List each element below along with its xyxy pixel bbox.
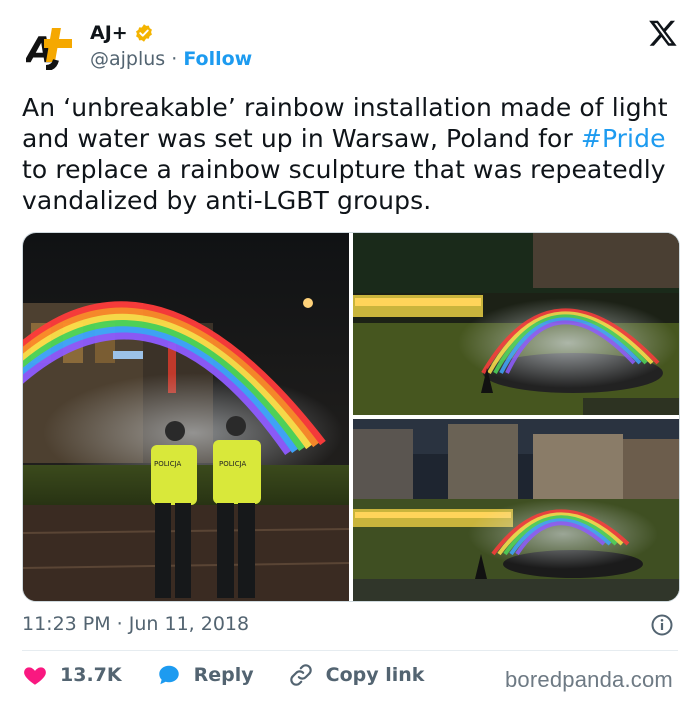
hashtag-link[interactable]: #Pride xyxy=(581,124,666,153)
action-bar: 13.7K Reply Copy link xyxy=(22,662,458,688)
tweet-card: A AJ+ @ajplus · Follow An ‘unbreakable’ … xyxy=(0,0,700,704)
like-button[interactable]: 13.7K xyxy=(22,662,122,688)
photo-police-rainbow-graphic: POLICJA POLICJA xyxy=(23,233,349,601)
photo-rainbow-aerial-top-graphic xyxy=(353,233,679,415)
police-vest-label: POLICJA xyxy=(219,460,247,468)
reply-label: Reply xyxy=(193,664,254,686)
media-grid: POLICJA POLICJA xyxy=(22,232,680,602)
like-count: 13.7K xyxy=(60,664,122,686)
photo-rainbow-aerial-bottom-graphic xyxy=(353,419,679,601)
verified-badge-icon xyxy=(135,24,152,42)
author-handle-row: @ajplus · Follow xyxy=(90,48,252,70)
info-icon[interactable] xyxy=(650,613,674,637)
tweet-text-part: to replace a rainbow sculpture that was … xyxy=(22,155,666,215)
author-handle[interactable]: @ajplus xyxy=(90,48,165,70)
ajplus-logo[interactable]: A xyxy=(26,22,80,70)
tweet-text-part: An ‘unbreakable’ rainbow installation ma… xyxy=(22,93,668,153)
separator: · xyxy=(171,48,178,70)
x-logo-icon[interactable] xyxy=(648,18,678,48)
link-icon xyxy=(289,664,312,686)
author-name-row: AJ+ xyxy=(90,22,154,44)
police-vest-label: POLICJA xyxy=(154,460,182,468)
reply-bubble-icon xyxy=(158,665,179,685)
follow-button[interactable]: Follow xyxy=(183,48,252,70)
copy-link-label: Copy link xyxy=(325,664,425,686)
photo-rainbow-aerial-top[interactable] xyxy=(353,233,679,415)
tweet-text: An ‘unbreakable’ rainbow installation ma… xyxy=(22,92,682,216)
copy-link-button[interactable]: Copy link xyxy=(288,662,425,688)
tweet-timestamp[interactable]: 11:23 PM · Jun 11, 2018 xyxy=(22,613,249,635)
photo-rainbow-aerial-bottom[interactable] xyxy=(353,419,679,601)
photo-police-rainbow[interactable]: POLICJA POLICJA xyxy=(23,233,349,601)
author-name[interactable]: AJ+ xyxy=(90,22,128,44)
heart-icon xyxy=(24,667,46,685)
reply-button[interactable]: Reply xyxy=(156,662,254,688)
boredpanda-watermark: boredpanda.com xyxy=(505,667,673,692)
divider xyxy=(22,650,678,651)
